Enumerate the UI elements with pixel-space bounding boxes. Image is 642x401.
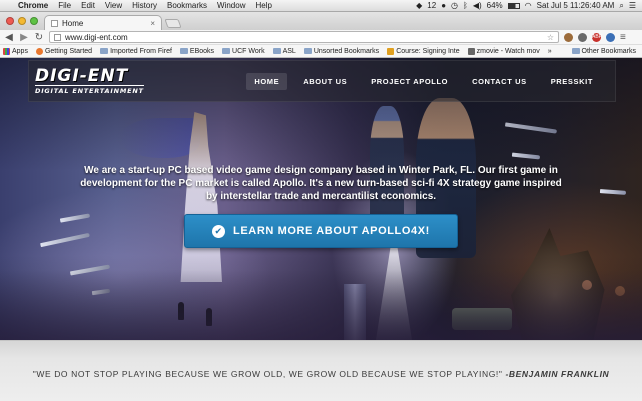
bookmark-label: Imported From Firef — [110, 47, 172, 55]
bookmark-label: zmovie - Watch mov — [476, 47, 540, 55]
spotlight-search-icon[interactable]: ⌕ — [619, 1, 623, 11]
extension-icon-2[interactable] — [578, 32, 587, 42]
menu-file[interactable]: File — [54, 1, 77, 10]
nav-home[interactable]: HOME — [246, 72, 288, 90]
tab-home[interactable]: Home × — [44, 15, 162, 30]
notification-center-icon[interactable]: ☰ — [629, 1, 636, 10]
time-machine-icon[interactable]: ◷ — [451, 1, 458, 10]
hero-banner: DIGI-ENT DIGITAL ENTERTAINMENT HOME ABOU… — [0, 58, 642, 340]
dropbox-icon[interactable]: ◆ — [416, 1, 422, 10]
wifi-icon[interactable]: ◠ — [525, 1, 532, 10]
menu-view[interactable]: View — [101, 1, 128, 10]
folder-icon — [571, 48, 580, 54]
bookmark-apps[interactable]: Apps — [3, 47, 32, 55]
nav-about-us[interactable]: ABOUT US — [295, 73, 355, 90]
site-nav-links: HOME ABOUT US PROJECT APOLLO CONTACT US … — [246, 72, 601, 90]
close-tab-icon[interactable]: × — [150, 19, 155, 28]
extension-icon-1[interactable] — [564, 32, 573, 42]
tab-title: Home — [62, 18, 84, 28]
bookmark-label: Apps — [12, 47, 28, 55]
bluetooth-icon[interactable]: ᛒ — [463, 1, 468, 10]
bookmark-zmovie[interactable]: zmovie - Watch mov — [467, 47, 544, 55]
logo-wordmark: DIGI-ENT — [35, 65, 129, 86]
nav-project-apollo[interactable]: PROJECT APOLLO — [363, 73, 456, 90]
franklin-quote: "WE DO NOT STOP PLAYING BECAUSE WE GROW … — [0, 369, 642, 379]
folder-icon — [100, 48, 109, 54]
bookmark-label: UCF Work — [232, 47, 265, 55]
notification-icon[interactable]: ● — [441, 1, 446, 10]
bookmark-folder-ebooks[interactable]: EBooks — [179, 47, 218, 55]
adblock-plus-icon[interactable]: ABP — [592, 32, 602, 42]
bookmark-folder-ucf-work[interactable]: UCF Work — [222, 48, 269, 55]
bookmark-getting-started[interactable]: Getting Started — [35, 47, 96, 55]
menu-window[interactable]: Window — [213, 1, 251, 10]
menu-app-name[interactable]: Chrome — [14, 1, 54, 10]
hero-ground-shade — [0, 270, 642, 340]
menu-bookmarks[interactable]: Bookmarks — [163, 1, 213, 10]
page-icon — [54, 33, 61, 41]
bookmark-folder-unsorted[interactable]: Unsorted Bookmarks — [303, 47, 383, 55]
folder-icon — [222, 48, 231, 54]
hero-tagline: We are a start-up PC based video game de… — [80, 165, 562, 202]
folder-icon — [272, 48, 281, 54]
menu-history[interactable]: History — [128, 1, 163, 10]
quote-text: "WE DO NOT STOP PLAYING BECAUSE WE GROW … — [32, 369, 503, 379]
volume-icon[interactable]: ◀) — [473, 1, 482, 10]
bookmark-label: Getting Started — [44, 47, 93, 55]
course-site-icon — [387, 47, 395, 55]
bookmark-folder-asl[interactable]: ASL — [272, 47, 300, 55]
new-tab-button[interactable] — [164, 19, 182, 28]
close-window-icon[interactable] — [6, 17, 14, 25]
url-text[interactable]: www.digi-ent.com — [65, 33, 128, 42]
bookmark-star-icon[interactable]: ☆ — [547, 33, 554, 42]
dropbox-count: 12 — [427, 1, 437, 10]
bookmark-course-signing[interactable]: Course: Signing Inte — [387, 47, 463, 55]
bookmark-folder-imported[interactable]: Imported From Firef — [100, 48, 176, 55]
bookmark-label: Unsorted Bookmarks — [313, 47, 380, 55]
status-area: ◆ 12 ● ◷ ᛒ ◀) 64% ◠ Sat Jul 5 11:26:40 A… — [416, 1, 642, 11]
more-bookmarks-icon[interactable]: » — [548, 48, 552, 55]
battery-percent[interactable]: 64% — [487, 1, 503, 10]
back-icon[interactable]: ◀ — [4, 32, 14, 43]
site-logo[interactable]: DIGI-ENT DIGITAL ENTERTAINMENT — [35, 65, 144, 95]
folder-icon — [303, 48, 312, 54]
nav-contact-us[interactable]: CONTACT US — [464, 73, 535, 90]
chrome-menu-icon[interactable]: ≡ — [620, 32, 626, 43]
bookmark-label: EBooks — [189, 47, 215, 55]
zmovie-icon — [467, 47, 475, 55]
system-menubar: Chrome File Edit View History Bookmarks … — [0, 0, 642, 12]
window-controls — [6, 17, 38, 25]
minimize-window-icon[interactable] — [18, 17, 26, 25]
menu-help[interactable]: Help — [251, 1, 277, 10]
quote-author: -BENJAMIN FRANKLIN — [505, 369, 610, 379]
bookmark-label: ASL — [282, 47, 296, 55]
page-favicon-icon — [51, 19, 58, 27]
nav-presskit[interactable]: PRESSKIT — [543, 73, 601, 90]
zoom-window-icon[interactable] — [30, 17, 38, 25]
menu-edit[interactable]: Edit — [77, 1, 101, 10]
address-bar[interactable]: www.digi-ent.com ☆ — [49, 31, 559, 43]
browser-toolbar: ◀ ▶ ↻ www.digi-ent.com ☆ ABP ≡ — [0, 30, 642, 45]
forward-icon[interactable]: ▶ — [19, 32, 29, 43]
battery-icon[interactable] — [507, 2, 520, 9]
site-navbar: DIGI-ENT DIGITAL ENTERTAINMENT HOME ABOU… — [28, 60, 616, 102]
bookmarks-bar: Apps Getting Started Imported From Firef… — [0, 45, 642, 58]
logo-subtitle: DIGITAL ENTERTAINMENT — [35, 84, 144, 95]
learn-more-button[interactable]: ✔ LEARN MORE ABOUT APOLLO4X! — [184, 214, 458, 248]
web-page: DIGI-ENT DIGITAL ENTERTAINMENT HOME ABOU… — [0, 58, 642, 401]
tab-strip: Home × — [0, 12, 642, 30]
clock[interactable]: Sat Jul 5 11:26:40 AM — [537, 1, 615, 10]
extension-icon-3[interactable] — [606, 32, 615, 42]
learn-more-label: LEARN MORE ABOUT APOLLO4X! — [233, 225, 430, 237]
bookmark-label: Course: Signing Inte — [396, 47, 460, 55]
apps-grid-icon — [3, 47, 10, 55]
folder-icon — [179, 48, 188, 54]
bookmark-other[interactable]: Other Bookmarks — [571, 47, 642, 55]
bookmark-label: Other Bookmarks — [581, 47, 636, 55]
reload-icon[interactable]: ↻ — [34, 32, 44, 43]
quote-strip: "WE DO NOT STOP PLAYING BECAUSE WE GROW … — [0, 340, 642, 401]
check-circle-icon: ✔ — [212, 224, 226, 238]
firefox-icon — [35, 47, 43, 55]
